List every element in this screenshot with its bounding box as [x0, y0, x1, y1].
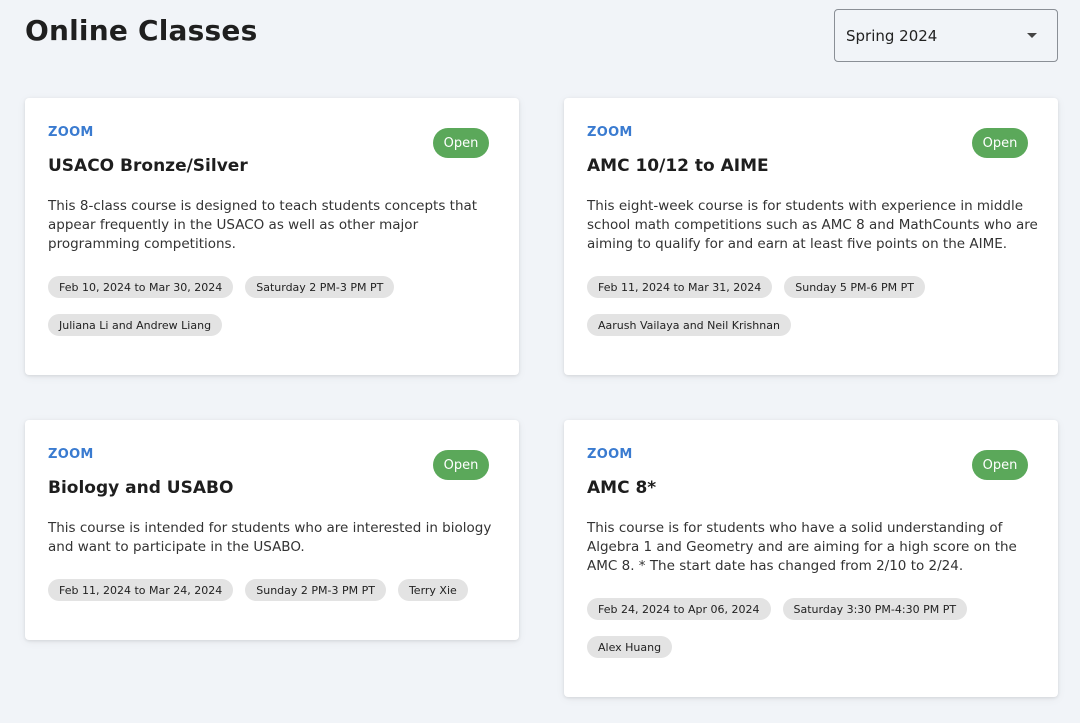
course-tags: Feb 24, 2024 to Apr 06, 2024 Saturday 3:… — [587, 598, 1039, 658]
course-description: This eight-week course is for students w… — [587, 198, 1038, 252]
platform-label: ZOOM — [48, 447, 94, 462]
course-title[interactable]: AMC 10/12 to AIME — [587, 156, 769, 176]
schedule-tag: Sunday 5 PM-6 PM PT — [784, 276, 925, 298]
course-title[interactable]: Biology and USABO — [48, 478, 233, 498]
instructors-tag: Aarush Vailaya and Neil Krishnan — [587, 314, 791, 336]
term-select[interactable]: Spring 2024 — [834, 9, 1058, 62]
online-classes-page: Online Classes Spring 2024 ZOOM Open USA… — [0, 0, 1080, 723]
platform-label: ZOOM — [587, 125, 633, 140]
instructors-tag: Terry Xie — [397, 579, 468, 601]
course-title[interactable]: AMC 8* — [587, 478, 656, 498]
course-description: This course is for students who have a s… — [587, 520, 1017, 574]
status-badge: Open — [972, 128, 1028, 158]
date-range-tag: Feb 10, 2024 to Mar 30, 2024 — [48, 276, 234, 298]
status-badge: Open — [972, 450, 1028, 480]
course-card[interactable]: ZOOM Open USACO Bronze/Silver This 8-cla… — [25, 98, 519, 375]
course-tags: Feb 11, 2024 to Mar 24, 2024 Sunday 2 PM… — [48, 579, 500, 601]
course-tags: Feb 11, 2024 to Mar 31, 2024 Sunday 5 PM… — [587, 276, 1039, 336]
course-card[interactable]: ZOOM Open Biology and USABO This course … — [25, 420, 519, 640]
course-card[interactable]: ZOOM Open AMC 10/12 to AIME This eight-w… — [564, 98, 1058, 375]
date-range-tag: Feb 11, 2024 to Mar 24, 2024 — [48, 579, 234, 601]
course-title[interactable]: USACO Bronze/Silver — [48, 156, 248, 176]
course-description: This course is intended for students who… — [48, 520, 492, 555]
schedule-tag: Sunday 2 PM-3 PM PT — [245, 579, 386, 601]
page-title: Online Classes — [25, 14, 258, 47]
term-select-value: Spring 2024 — [846, 26, 938, 45]
instructors-tag: Juliana Li and Andrew Liang — [48, 314, 223, 336]
status-badge: Open — [433, 128, 489, 158]
course-card[interactable]: ZOOM Open AMC 8* This course is for stud… — [564, 420, 1058, 697]
schedule-tag: Saturday 3:30 PM-4:30 PM PT — [782, 598, 968, 620]
platform-label: ZOOM — [587, 447, 633, 462]
platform-label: ZOOM — [48, 125, 94, 140]
chevron-down-icon — [1027, 33, 1037, 38]
course-tags: Feb 10, 2024 to Mar 30, 2024 Saturday 2 … — [48, 276, 500, 336]
date-range-tag: Feb 24, 2024 to Apr 06, 2024 — [587, 598, 771, 620]
instructors-tag: Alex Huang — [587, 636, 673, 658]
status-badge: Open — [433, 450, 489, 480]
date-range-tag: Feb 11, 2024 to Mar 31, 2024 — [587, 276, 773, 298]
course-description: This 8-class course is designed to teach… — [48, 198, 478, 252]
schedule-tag: Saturday 2 PM-3 PM PT — [245, 276, 395, 298]
